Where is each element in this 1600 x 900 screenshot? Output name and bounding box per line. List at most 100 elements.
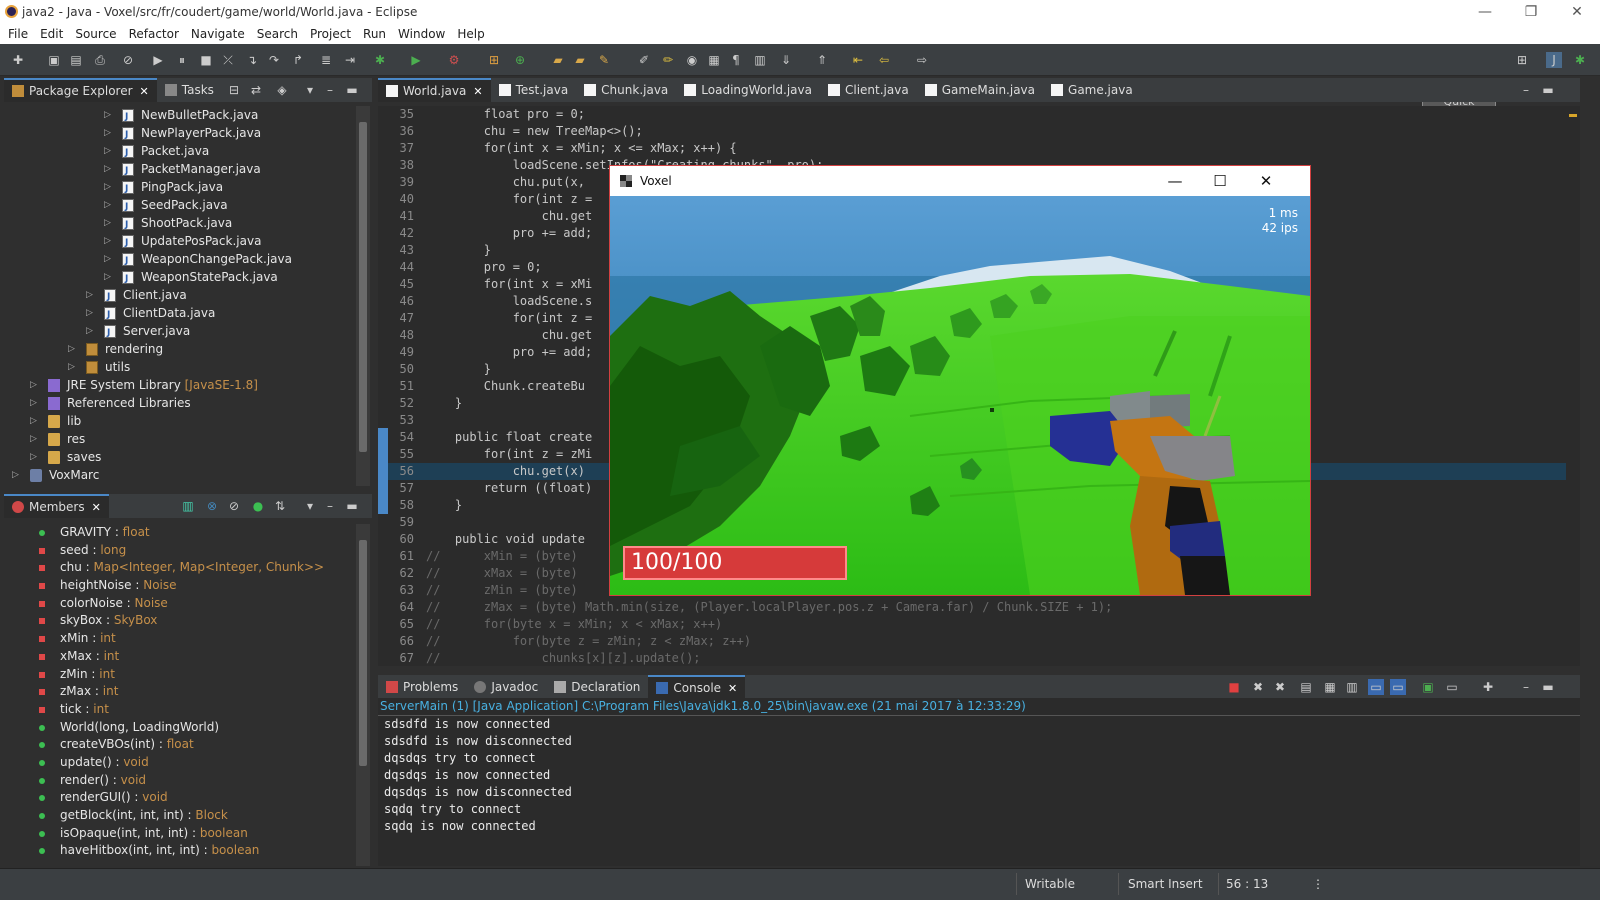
- back-icon[interactable]: ⇦: [876, 52, 892, 68]
- close-icon[interactable]: ✕: [140, 85, 149, 98]
- members-scrollbar[interactable]: [356, 524, 370, 866]
- scrollbar-thumb[interactable]: [359, 122, 367, 452]
- tree-item[interactable]: ▷ Referenced Libraries: [4, 394, 372, 412]
- menu-edit[interactable]: Edit: [36, 27, 71, 41]
- external-tools-icon[interactable]: ⚙: [446, 52, 462, 68]
- member-item[interactable]: haveHitbox(int, int, int) : boolean: [4, 842, 372, 860]
- member-item[interactable]: seed : long: [4, 542, 372, 560]
- tab-declaration[interactable]: Declaration: [546, 675, 648, 699]
- run-icon[interactable]: ▶: [408, 52, 424, 68]
- tree-item[interactable]: ▷NewBulletPack.java: [4, 106, 372, 126]
- tab-tasks[interactable]: Tasks: [157, 78, 222, 102]
- open-console-icon[interactable]: ✚: [1480, 679, 1496, 695]
- member-item[interactable]: createVBOs(int) : float: [4, 736, 372, 754]
- show-stdout-icon[interactable]: ▭: [1368, 679, 1384, 695]
- minimize-view-icon[interactable]: –: [322, 498, 338, 514]
- step-into-icon[interactable]: ↴: [244, 52, 260, 68]
- tree-item[interactable]: ▷ lib: [4, 412, 372, 430]
- menu-refactor[interactable]: Refactor: [125, 27, 187, 41]
- menu-project[interactable]: Project: [306, 27, 359, 41]
- menu-search[interactable]: Search: [253, 27, 306, 41]
- maximize-view-icon[interactable]: ▬: [344, 498, 360, 514]
- more-icon[interactable]: ⋮: [1312, 877, 1324, 891]
- code-line[interactable]: 37 for(int x = xMin; x <= xMax; x++) {: [378, 140, 1578, 157]
- console-output[interactable]: ServerMain (1) [Java Application] C:\Pro…: [378, 698, 1580, 866]
- menu-run[interactable]: Run: [359, 27, 394, 41]
- tree-item[interactable]: ▷ JRE System Library [JavaSE-1.8]: [4, 376, 372, 394]
- show-stderr-icon[interactable]: ▭: [1390, 679, 1406, 695]
- member-item[interactable]: xMax : int: [4, 648, 372, 666]
- next-annotation-icon[interactable]: ⇓: [778, 52, 794, 68]
- maximize-view-icon[interactable]: ▬: [1540, 679, 1556, 695]
- debug-perspective-icon[interactable]: ✱: [1572, 52, 1588, 68]
- package-explorer-scrollbar[interactable]: [356, 106, 370, 486]
- view-menu-icon[interactable]: ▾: [302, 498, 318, 514]
- game-title-bar[interactable]: Voxel — ☐ ✕: [610, 166, 1310, 196]
- restore-icon[interactable]: ❐: [1508, 0, 1554, 24]
- minimize-view-icon[interactable]: –: [1518, 679, 1534, 695]
- code-line[interactable]: 36 chu = new TreeMap<>();: [378, 123, 1578, 140]
- save-icon[interactable]: ▣: [46, 52, 62, 68]
- member-item[interactable]: skyBox : SkyBox: [4, 612, 372, 630]
- resume-icon[interactable]: ▶: [150, 52, 166, 68]
- tree-item[interactable]: ▷WeaponChangePack.java: [4, 250, 372, 270]
- hide-static-icon[interactable]: ⊗: [204, 498, 220, 514]
- focus-icon[interactable]: ◈: [274, 82, 290, 98]
- tab-problems[interactable]: Problems: [378, 675, 466, 699]
- tree-item[interactable]: ▷UpdatePosPack.java: [4, 232, 372, 252]
- tab-client-java[interactable]: Client.java: [820, 78, 917, 102]
- last-edit-icon[interactable]: ⇤: [850, 52, 866, 68]
- tab-console[interactable]: Console ✕: [648, 675, 746, 699]
- scroll-lock-icon[interactable]: ▦: [1322, 679, 1338, 695]
- minimize-icon[interactable]: —: [1165, 172, 1185, 190]
- tab-chunk-java[interactable]: Chunk.java: [576, 78, 676, 102]
- tree-item[interactable]: ▷ saves: [4, 448, 372, 466]
- member-item[interactable]: renderGUI() : void: [4, 789, 372, 807]
- voxel-game-window[interactable]: Voxel — ☐ ✕ 1 ms 42 ips 100/100: [609, 165, 1311, 596]
- member-item[interactable]: update() : void: [4, 754, 372, 772]
- tree-item[interactable]: ▷PingPack.java: [4, 178, 372, 198]
- menu-window[interactable]: Window: [394, 27, 453, 41]
- link-with-editor-icon[interactable]: ⇄: [248, 82, 264, 98]
- clear-console-icon[interactable]: ▤: [1298, 679, 1314, 695]
- close-icon[interactable]: ✕: [473, 85, 482, 98]
- member-item[interactable]: tick : int: [4, 701, 372, 719]
- block-selection-icon[interactable]: ▦: [706, 52, 722, 68]
- tree-item[interactable]: ▷Packet.java: [4, 142, 372, 162]
- maximize-view-icon[interactable]: ▬: [1540, 82, 1556, 98]
- toggle-mark-occurrences-icon[interactable]: ✐: [636, 52, 652, 68]
- drop-to-frame-icon[interactable]: ≣: [318, 52, 334, 68]
- warning-marker[interactable]: [1569, 114, 1577, 117]
- print-icon[interactable]: ⎙: [92, 52, 108, 68]
- code-line[interactable]: 66 // for(byte z = zMin; z < zMax; z++): [378, 633, 1578, 650]
- tab-package-explorer[interactable]: Package Explorer ✕: [4, 78, 157, 102]
- minimize-view-icon[interactable]: –: [1518, 82, 1534, 98]
- menu-help[interactable]: Help: [453, 27, 492, 41]
- word-wrap-icon[interactable]: ▥: [1344, 679, 1360, 695]
- open-task-icon[interactable]: ▰: [572, 52, 588, 68]
- tab-game-java[interactable]: Game.java: [1043, 78, 1141, 102]
- new-icon[interactable]: ✚: [10, 52, 26, 68]
- suspend-icon[interactable]: ⏸: [174, 52, 190, 68]
- tab-gamemain-java[interactable]: GameMain.java: [917, 78, 1043, 102]
- tree-item[interactable]: ▷ utils: [4, 358, 372, 376]
- remove-launch-icon[interactable]: ✖: [1250, 679, 1266, 695]
- tab-world-java[interactable]: World.java ✕: [378, 78, 491, 102]
- member-item[interactable]: heightNoise : Noise: [4, 577, 372, 595]
- show-source-icon[interactable]: ▥: [752, 52, 768, 68]
- open-perspective-icon[interactable]: ⊞: [1514, 52, 1530, 68]
- use-step-filters-icon[interactable]: ⇥: [342, 52, 358, 68]
- disconnect-icon[interactable]: ⤫: [220, 52, 236, 68]
- new-class-icon[interactable]: ⊕: [512, 52, 528, 68]
- close-icon[interactable]: ✕: [1256, 172, 1276, 190]
- open-type-icon[interactable]: ▰: [550, 52, 566, 68]
- hide-nonpublic-icon[interactable]: ⊘: [226, 498, 242, 514]
- scrollbar-thumb[interactable]: [359, 540, 367, 766]
- tab-loadingworld-java[interactable]: LoadingWorld.java: [676, 78, 820, 102]
- search-icon[interactable]: ✎: [596, 52, 612, 68]
- code-line[interactable]: 67 // chunks[x][z].update();: [378, 650, 1578, 666]
- step-return-icon[interactable]: ↱: [290, 52, 306, 68]
- minimize-view-icon[interactable]: –: [322, 82, 338, 98]
- menu-navigate[interactable]: Navigate: [187, 27, 253, 41]
- highlight-icon[interactable]: ✏: [660, 52, 676, 68]
